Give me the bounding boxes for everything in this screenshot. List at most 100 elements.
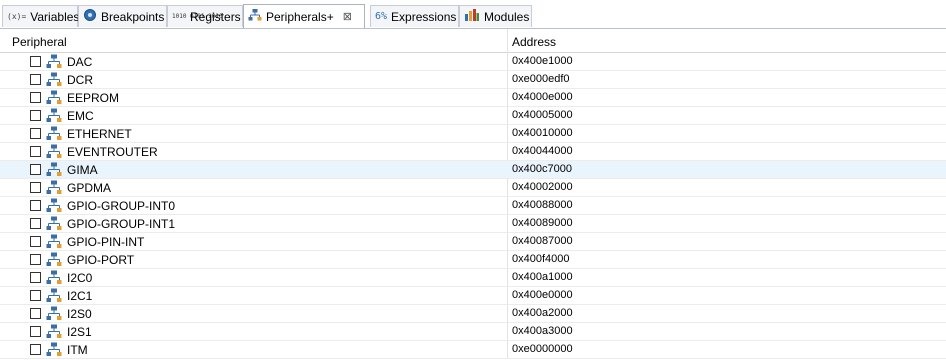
peripheral-checkbox[interactable] xyxy=(30,272,41,283)
table-row[interactable]: DCR 0xe000edf0 xyxy=(0,71,946,89)
expressions-icon: 6% xyxy=(375,11,388,22)
peripheral-address: 0x40005000 xyxy=(512,109,573,121)
peripheral-address: 0x400a2000 xyxy=(512,307,573,319)
tab-label: Variables xyxy=(30,9,80,24)
peripheral-address: 0x40044000 xyxy=(512,145,573,157)
peripheral-icon xyxy=(46,234,62,252)
tab-variables[interactable]: (x)= Variables xyxy=(2,5,80,27)
peripheral-checkbox[interactable] xyxy=(30,344,41,355)
table-row[interactable]: DAC 0x400e1000 xyxy=(0,53,946,71)
peripheral-icon xyxy=(46,162,62,180)
peripheral-name: GIMA xyxy=(67,163,98,177)
peripheral-address: 0x4000e000 xyxy=(512,91,573,103)
peripheral-name: I2C1 xyxy=(67,289,93,303)
table-row[interactable]: GPIO-PORT 0x400f4000 xyxy=(0,251,946,269)
table-row[interactable]: I2C1 0x400e0000 xyxy=(0,287,946,305)
peripheral-name: I2S0 xyxy=(67,307,92,321)
column-header-address[interactable]: Address xyxy=(512,35,556,49)
peripheral-address: 0x400c7000 xyxy=(512,163,572,175)
peripheral-name: EEPROM xyxy=(67,91,120,105)
peripheral-checkbox[interactable] xyxy=(30,110,41,121)
peripheral-name: GPIO-PORT xyxy=(67,253,135,267)
peripheral-checkbox[interactable] xyxy=(30,308,41,319)
table-row[interactable]: I2S0 0x400a2000 xyxy=(0,305,946,323)
peripheral-address: 0x400f4000 xyxy=(512,253,570,265)
peripheral-checkbox[interactable] xyxy=(30,326,41,337)
peripheral-address: 0xe0000000 xyxy=(512,343,573,355)
table-row[interactable]: EMC 0x40005000 xyxy=(0,107,946,125)
table-row[interactable]: GPDMA 0x40002000 xyxy=(0,179,946,197)
table-row[interactable]: EEPROM 0x4000e000 xyxy=(0,89,946,107)
table-row[interactable]: EVENTROUTER 0x40044000 xyxy=(0,143,946,161)
peripheral-address: 0x40087000 xyxy=(512,235,573,247)
peripheral-name: GPIO-PIN-INT xyxy=(67,235,145,249)
peripheral-icon xyxy=(46,198,62,216)
peripheral-icon xyxy=(46,72,62,90)
table-row[interactable]: I2S1 0x400a3000 xyxy=(0,323,946,341)
table-row[interactable]: GPIO-GROUP-INT0 0x40088000 xyxy=(0,197,946,215)
column-header-peripheral[interactable]: Peripheral xyxy=(12,35,67,49)
peripheral-name: I2C0 xyxy=(67,271,93,285)
peripheral-icon xyxy=(46,90,62,108)
tab-expressions[interactable]: 6% Expressions xyxy=(370,5,459,27)
registers-icon: 1010 0101 1010 xyxy=(172,12,223,20)
peripheral-address: 0x400e1000 xyxy=(512,55,573,67)
peripheral-name: EMC xyxy=(67,109,94,123)
peripheral-address: 0xe000edf0 xyxy=(512,73,570,85)
peripheral-address: 0x400e0000 xyxy=(512,289,573,301)
peripheral-icon xyxy=(46,288,62,306)
table-row[interactable]: GIMA 0x400c7000 xyxy=(0,161,946,179)
peripheral-checkbox[interactable] xyxy=(30,146,41,157)
peripheral-name: DCR xyxy=(67,73,93,87)
peripheral-checkbox[interactable] xyxy=(30,74,41,85)
peripheral-name: GPIO-GROUP-INT0 xyxy=(67,199,176,213)
table-row[interactable]: GPIO-GROUP-INT1 0x40089000 xyxy=(0,215,946,233)
peripherals-icon xyxy=(248,8,262,25)
peripheral-name: EVENTROUTER xyxy=(67,145,158,159)
peripheral-name: DAC xyxy=(67,55,93,69)
peripheral-checkbox[interactable] xyxy=(30,92,41,103)
peripheral-icon xyxy=(46,306,62,324)
modules-icon xyxy=(464,8,480,25)
peripheral-checkbox[interactable] xyxy=(30,218,41,229)
view-tab-bar: (x)= Variables Breakpoints 1010 0101 101… xyxy=(0,0,946,29)
peripheral-icon xyxy=(46,270,62,288)
peripheral-name: I2S1 xyxy=(67,325,92,339)
table-row[interactable]: I2C0 0x400a1000 xyxy=(0,269,946,287)
tab-peripherals[interactable]: Peripherals+ ⊠ xyxy=(243,4,365,28)
tab-label: Peripherals+ xyxy=(266,9,334,24)
peripheral-checkbox[interactable] xyxy=(30,290,41,301)
close-tab-icon[interactable]: ⊠ xyxy=(343,10,352,23)
peripheral-icon xyxy=(46,324,62,342)
peripheral-icon xyxy=(46,126,62,144)
tab-label: Registers xyxy=(190,9,241,24)
tab-modules[interactable]: Modules xyxy=(459,5,532,27)
peripheral-name: GPIO-GROUP-INT1 xyxy=(67,217,176,231)
peripheral-checkbox[interactable] xyxy=(30,182,41,193)
peripheral-checkbox[interactable] xyxy=(30,56,41,67)
peripheral-checkbox[interactable] xyxy=(30,254,41,265)
peripheral-checkbox[interactable] xyxy=(30,200,41,211)
tab-breakpoints[interactable]: Breakpoints xyxy=(78,5,167,27)
variables-icon: (x)= xyxy=(7,12,27,21)
table-row[interactable]: GPIO-PIN-INT 0x40087000 xyxy=(0,233,946,251)
peripheral-name: ITM xyxy=(67,343,88,357)
peripheral-icon xyxy=(46,180,62,198)
breakpoints-icon xyxy=(83,8,97,25)
peripheral-address: 0x400a1000 xyxy=(512,271,573,283)
peripheral-address: 0x40002000 xyxy=(512,181,573,193)
peripheral-address: 0x40088000 xyxy=(512,199,573,211)
peripheral-address: 0x40010000 xyxy=(512,127,573,139)
peripheral-icon xyxy=(46,108,62,126)
peripheral-icon xyxy=(46,252,62,270)
table-row[interactable]: ITM 0xe0000000 xyxy=(0,341,946,359)
peripheral-checkbox[interactable] xyxy=(30,164,41,175)
peripheral-icon xyxy=(46,54,62,72)
tab-registers[interactable]: 1010 0101 1010 Registers xyxy=(167,5,243,27)
peripheral-checkbox[interactable] xyxy=(30,128,41,139)
table-header: Peripheral Address xyxy=(0,29,946,53)
table-row[interactable]: ETHERNET 0x40010000 xyxy=(0,125,946,143)
peripheral-checkbox[interactable] xyxy=(30,236,41,247)
table-body: DAC 0x400e1000 DCR 0xe000edf0 EEPROM 0x4000e0… xyxy=(0,53,946,359)
tab-label: Breakpoints xyxy=(101,9,165,24)
